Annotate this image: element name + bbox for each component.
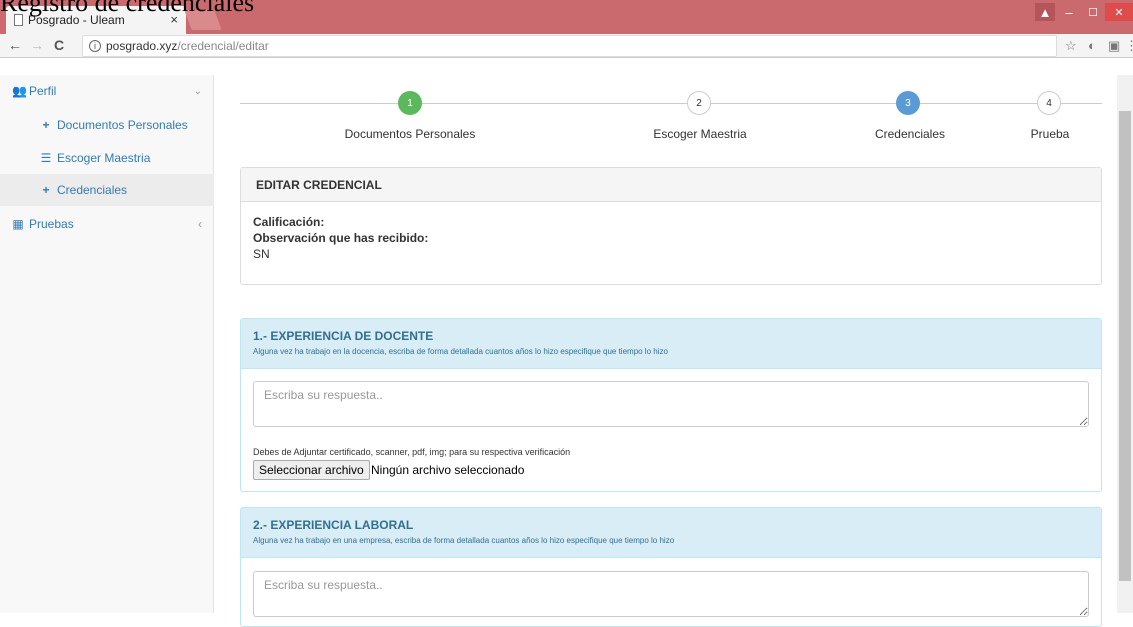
chevron-down-icon: ⌄: [193, 85, 202, 97]
reload-icon[interactable]: C: [54, 37, 64, 53]
edit-credential-panel: EDITAR CREDENCIAL Calificación: Observac…: [240, 167, 1102, 285]
observacion-label: Observación que has recibido:: [253, 231, 429, 245]
info-icon[interactable]: i: [89, 40, 101, 52]
section-subtitle: Alguna vez ha trabajo en una empresa, es…: [253, 536, 675, 545]
scrollbar-thumb[interactable]: [1119, 111, 1131, 581]
section-experiencia-laboral: 2.- EXPERIENCIA LABORAL Alguna vez ha tr…: [240, 507, 1102, 627]
chevron-left-icon: ‹: [198, 217, 202, 231]
sidebar-item-label: Credenciales: [57, 183, 128, 197]
wizard-step-label: Escoger Maestria: [653, 127, 747, 141]
plus-icon: +: [42, 118, 50, 132]
extension2-icon[interactable]: ▣: [1108, 38, 1120, 54]
calificacion-label: Calificación:: [253, 215, 325, 229]
section-experiencia-docente: 1.- EXPERIENCIA DE DOCENTE Alguna vez ha…: [240, 318, 1102, 492]
select-file-button[interactable]: Seleccionar archivo: [253, 460, 370, 480]
attach-hint: Debes de Adjuntar certificado, scanner, …: [253, 447, 571, 457]
back-icon[interactable]: ←: [8, 37, 22, 53]
wizard-step-4[interactable]: 4: [1037, 91, 1061, 115]
user-icon[interactable]: ▲: [1035, 3, 1055, 21]
wizard-line: [240, 103, 1102, 104]
browser-tabbar: Registro de credenciales Posgrado - Ulea…: [0, 0, 1133, 34]
maximize-button[interactable]: ☐: [1082, 3, 1104, 21]
overlay-title: Registro de credenciales: [0, 0, 255, 17]
main-content: 1 2 3 4 Documentos Personales Escoger Ma…: [240, 59, 1102, 627]
table-icon: ▦: [12, 217, 24, 231]
wizard-step-label: Prueba: [1030, 127, 1070, 141]
menu-icon[interactable]: ⋮: [1125, 38, 1133, 54]
url-host: posgrado.xyz: [106, 39, 178, 53]
url-path: /credencial/editar: [177, 39, 269, 53]
section-subtitle: Alguna vez ha trabajo en la docencia, es…: [253, 347, 668, 356]
minimize-button[interactable]: –: [1058, 3, 1080, 21]
forward-icon[interactable]: →: [30, 37, 44, 53]
sidebar-item-label: Escoger Maestria: [57, 151, 151, 165]
sidebar-item-credenciales[interactable]: + Credenciales: [0, 174, 214, 206]
sidebar-item-perfil[interactable]: 👥 Perfil ⌄: [0, 75, 214, 107]
sidebar-item-label: Pruebas: [29, 217, 74, 231]
sidebar-item-label: Documentos Personales: [57, 118, 188, 132]
wizard-step-2[interactable]: 2: [687, 91, 711, 115]
wizard-step-label: Credenciales: [874, 127, 946, 141]
observacion-value: SN: [253, 247, 270, 261]
panel-title: EDITAR CREDENCIAL: [241, 168, 1101, 202]
section-title: 1.- EXPERIENCIA DE DOCENTE: [253, 329, 434, 343]
wizard-step-1[interactable]: 1: [398, 91, 422, 115]
sidebar-item-label: Perfil: [29, 84, 57, 98]
file-status: Ningún archivo seleccionado: [371, 463, 525, 477]
docente-answer-textarea[interactable]: [253, 381, 1089, 427]
section-title: 2.- EXPERIENCIA LABORAL: [253, 518, 414, 532]
extension-icon[interactable]: ◐: [1088, 38, 1096, 53]
wizard-step-3[interactable]: 3: [896, 91, 920, 115]
address-bar: ← → C i posgrado.xyz/credencial/editar ☆…: [0, 34, 1133, 58]
url-input[interactable]: i posgrado.xyz/credencial/editar: [82, 35, 1057, 57]
plus-icon: +: [42, 183, 50, 197]
laboral-answer-textarea[interactable]: [253, 571, 1089, 617]
close-window-button[interactable]: ✕: [1105, 3, 1133, 21]
sidebar: 👥 Perfil ⌄ + Documentos Personales ☰ Esc…: [0, 75, 214, 613]
list-icon: ☰: [40, 151, 52, 165]
page-viewport: 👥 Perfil ⌄ + Documentos Personales ☰ Esc…: [0, 59, 1133, 627]
star-icon[interactable]: ☆: [1065, 38, 1077, 54]
users-icon: 👥: [12, 84, 27, 98]
scrollbar[interactable]: [1117, 75, 1133, 613]
sidebar-item-documentos[interactable]: + Documentos Personales: [0, 109, 214, 141]
wizard-step-label: Documentos Personales: [344, 127, 476, 141]
sidebar-item-maestria[interactable]: ☰ Escoger Maestria: [0, 142, 214, 174]
sidebar-item-pruebas[interactable]: ▦ Pruebas ‹: [0, 208, 214, 240]
